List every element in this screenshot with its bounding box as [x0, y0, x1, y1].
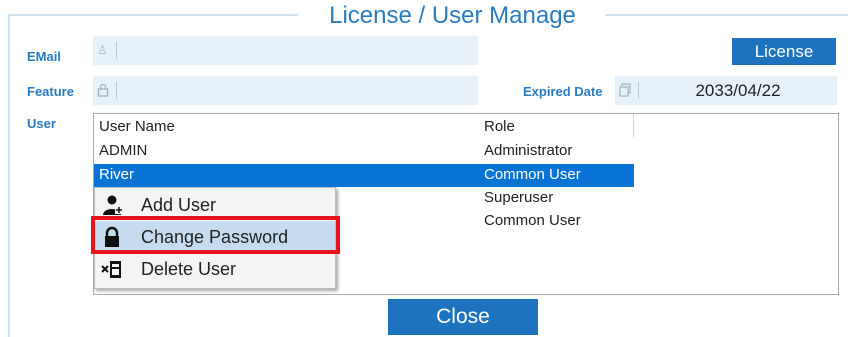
- user-label: User: [27, 116, 56, 131]
- lock-icon: [97, 83, 109, 97]
- column-header-user-name[interactable]: User Name: [99, 116, 175, 138]
- column-header-role[interactable]: Role: [484, 116, 515, 138]
- menu-item-delete-user[interactable]: Delete User: [95, 253, 335, 285]
- calendar-icon: [619, 83, 631, 97]
- table-row-role[interactable]: Administrator: [484, 140, 572, 162]
- add-user-icon: [101, 194, 123, 216]
- expired-date-value: 2033/04/22: [695, 81, 781, 100]
- feature-label: Feature: [27, 84, 74, 99]
- table-row-role[interactable]: Superuser: [484, 187, 553, 209]
- field-separator: [116, 42, 117, 59]
- table-row-role[interactable]: Common User: [484, 164, 581, 186]
- table-row-name[interactable]: River: [99, 164, 134, 186]
- field-separator: [116, 82, 117, 99]
- menu-item-label: Delete User: [141, 259, 237, 279]
- group-border-side: [8, 14, 10, 337]
- table-row-name[interactable]: ADMIN: [99, 140, 147, 162]
- table-row-role[interactable]: Common User: [484, 210, 581, 232]
- group-border-right: [605, 14, 848, 16]
- delete-user-icon: [101, 258, 123, 280]
- group-border-left: [8, 14, 298, 16]
- feature-field[interactable]: [93, 76, 478, 105]
- close-button[interactable]: Close: [388, 299, 538, 335]
- change-password-highlight: [91, 216, 340, 254]
- dialog-title: License / User Manage: [300, 0, 605, 34]
- user-icon: ♙: [97, 43, 108, 57]
- email-label: EMail: [27, 49, 61, 64]
- license-button[interactable]: License: [732, 38, 836, 65]
- column-divider: [633, 114, 634, 137]
- email-field[interactable]: ♙: [93, 36, 478, 65]
- expired-date-label: Expired Date: [523, 84, 603, 99]
